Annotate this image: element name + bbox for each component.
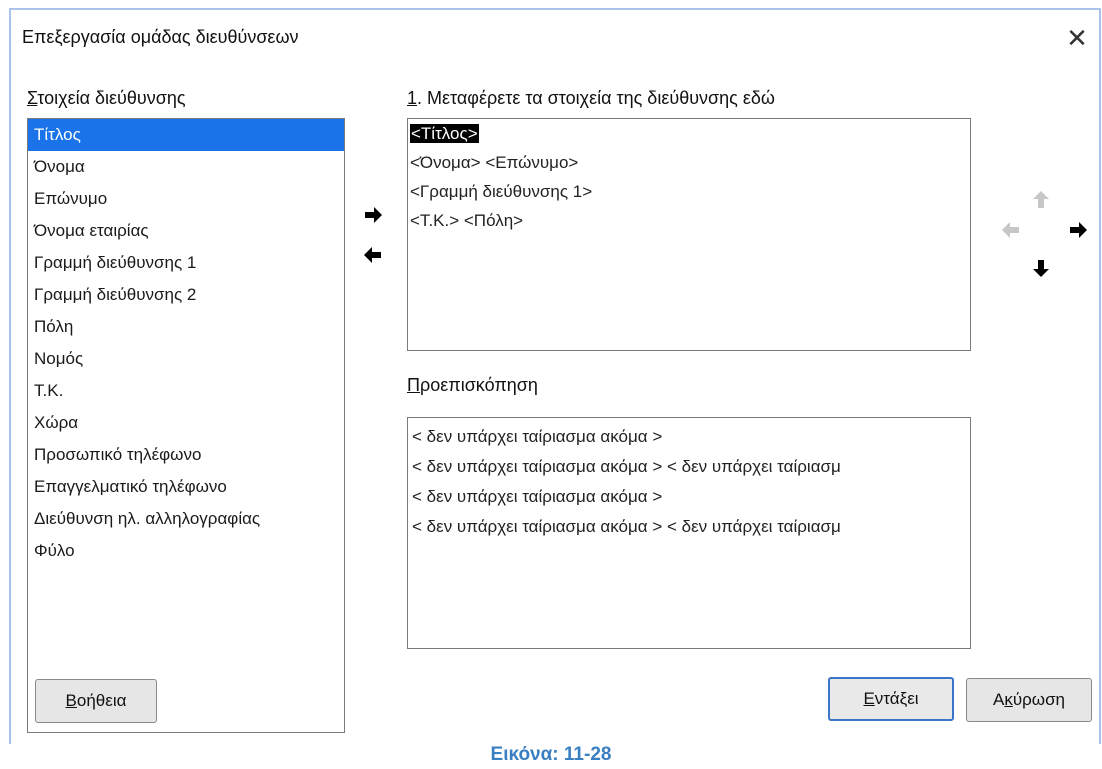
address-element-item[interactable]: Προσωπικό τηλέφωνο [28, 439, 344, 471]
arrow-right-icon [1070, 222, 1087, 238]
drag-label-mnemonic: 1 [407, 88, 418, 108]
address-element-item[interactable]: Όνομα [28, 151, 344, 183]
address-element-item[interactable]: Τ.Κ. [28, 375, 344, 407]
help-mnemonic: Β [65, 691, 77, 710]
cancel-button[interactable]: Ακύρωση [966, 678, 1092, 722]
preview-label-text: ροεπισκόπηση [420, 375, 538, 395]
address-block-editor[interactable]: <Τίτλος> <Όνομα> <Επώνυμο> <Γραμμή διεύθ… [407, 118, 971, 351]
address-element-item[interactable]: Γραμμή διεύθυνσης 2 [28, 279, 344, 311]
help-label: οήθεια [76, 691, 127, 710]
address-element-item[interactable]: Νομός [28, 343, 344, 375]
selected-token[interactable]: <Τίτλος> [410, 124, 479, 143]
arrow-right-icon [365, 207, 382, 223]
arrow-left-icon [364, 247, 381, 263]
cancel-label-end: ύρωση [1012, 690, 1066, 709]
add-element-button[interactable] [361, 203, 385, 227]
address-element-item[interactable]: Φύλο [28, 535, 344, 567]
preview-line: < δεν υπάρχει ταίριασμα ακόμα > < δεν υπ… [412, 517, 841, 536]
arrow-down-icon [1033, 260, 1049, 277]
ok-label: ντάξει [874, 689, 919, 708]
preview-label-mnemonic: Π [407, 375, 420, 395]
drag-address-elements-label: 1. Μεταφέρετε τα στοιχεία της διεύθυνσης… [407, 88, 775, 109]
preview-line: < δεν υπάρχει ταίριασμα ακόμα > [412, 427, 663, 446]
address-elements-label-text: τοιχεία διεύθυνσης [37, 88, 186, 108]
preview-line: < δεν υπάρχει ταίριασμα ακόμα > [412, 487, 663, 506]
address-element-item[interactable]: Τίτλος [28, 119, 344, 151]
preview-box: < δεν υπάρχει ταίριασμα ακόμα > < δεν υπ… [407, 417, 971, 649]
drag-label-text: . Μεταφέρετε τα στοιχεία της διεύθυνσης … [417, 88, 775, 108]
address-elements-label-mnemonic: Σ [27, 88, 38, 108]
address-elements-list[interactable]: Τίτλος Όνομα Επώνυμο Όνομα εταιρίας Γραμμή δ… [27, 118, 345, 733]
address-elements-label: Στοιχεία διεύθυνσης [27, 88, 186, 109]
move-left-button[interactable] [999, 218, 1023, 242]
arrow-up-icon [1033, 191, 1049, 208]
address-line[interactable]: <Όνομα> <Επώνυμο> [408, 148, 970, 177]
address-line[interactable]: <Τ.Κ.> <Πόλη> [408, 206, 970, 235]
address-line[interactable]: <Γραμμή διεύθυνσης 1> [408, 177, 970, 206]
address-element-item[interactable]: Επαγγελματικό τηλέφωνο [28, 471, 344, 503]
move-down-button[interactable] [1029, 256, 1053, 280]
address-line[interactable]: <Τίτλος> [408, 119, 970, 148]
move-up-button[interactable] [1029, 188, 1053, 212]
address-element-item[interactable]: Επώνυμο [28, 183, 344, 215]
preview-line: < δεν υπάρχει ταίριασμα ακόμα > < δεν υπ… [412, 457, 841, 476]
move-right-button[interactable] [1066, 218, 1090, 242]
address-element-item[interactable]: Πόλη [28, 311, 344, 343]
cancel-mnemonic: κ [1004, 690, 1013, 709]
cancel-label-start: Α [992, 690, 1005, 709]
remove-element-button[interactable] [361, 243, 385, 267]
help-button[interactable]: Βοήθεια [35, 679, 157, 723]
address-element-item[interactable]: Όνομα εταιρίας [28, 215, 344, 247]
preview-label: Προεπισκόπηση [407, 375, 538, 396]
close-icon[interactable]: ✕ [1062, 24, 1092, 54]
figure-caption: Εικόνα: 11-28 [490, 744, 612, 765]
arrow-left-icon [1002, 222, 1019, 238]
ok-mnemonic: Ε [863, 689, 875, 708]
address-element-item[interactable]: Χώρα [28, 407, 344, 439]
address-element-item[interactable]: Διεύθυνση ηλ. αλληλογραφίας [28, 503, 344, 535]
address-element-item[interactable]: Γραμμή διεύθυνσης 1 [28, 247, 344, 279]
dialog-title: Επεξεργασία ομάδας διευθύνσεων [22, 27, 299, 47]
ok-button[interactable]: Εντάξει [828, 677, 954, 721]
